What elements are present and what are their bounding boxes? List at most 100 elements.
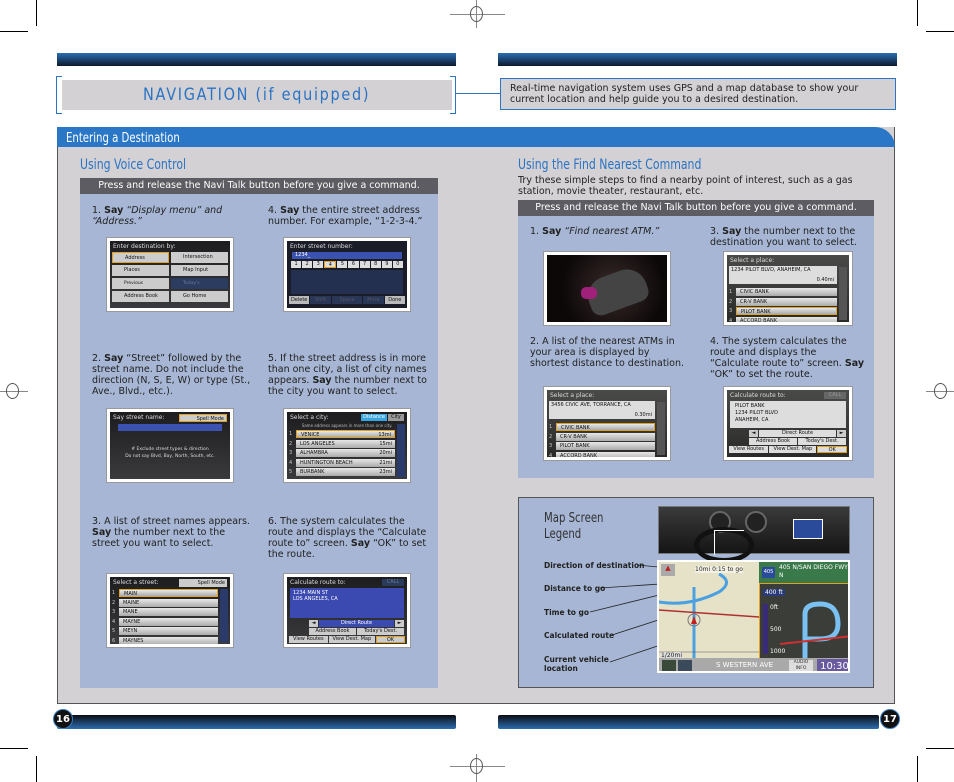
screen-header: Select a place: bbox=[730, 257, 775, 264]
spell-mode-button: Spell Mode bbox=[179, 414, 227, 422]
screenshot-select-place-pilot: Select a place: 1234 PILOT BLVD, ANAHEIM… bbox=[723, 251, 853, 326]
number-key: 5 bbox=[337, 261, 348, 268]
registration-mark bbox=[470, 6, 483, 22]
row-number: 5 bbox=[289, 469, 293, 475]
places-button: Places bbox=[112, 265, 169, 276]
dest-line: LOS ANGELES, CA bbox=[293, 596, 338, 602]
crop-mark bbox=[926, 31, 954, 32]
dest-line: 1234 PILOT BLVD bbox=[735, 410, 778, 416]
top-bar-left bbox=[57, 53, 456, 66]
number-key: 8 bbox=[370, 261, 381, 268]
find-nearest-title: Using the Find Nearest Command bbox=[518, 157, 702, 173]
row-number: 3 bbox=[729, 308, 733, 314]
voice-step-5: 5. If the street address is in more than… bbox=[268, 353, 427, 397]
connector-line bbox=[714, 530, 715, 555]
list-row: CR-V BANK bbox=[736, 297, 837, 306]
nearest-step-3: 3. Say the number next to the destinatio… bbox=[710, 226, 857, 248]
todays-destinations-button: Today's Destinations bbox=[171, 278, 228, 289]
row-name: BURBANK bbox=[300, 469, 325, 475]
row-distance: 23mi bbox=[379, 469, 392, 475]
space-key: Space bbox=[331, 296, 363, 304]
view-dest-map-button: View Dest. Map bbox=[769, 446, 817, 453]
intersection-button: Intersection bbox=[171, 252, 228, 263]
dest-line: PILOT BANK bbox=[735, 403, 765, 409]
list-row: PILOT BANK bbox=[556, 442, 655, 450]
place-address: 1234 PILOT BLVD, ANAHEIM, CA bbox=[731, 267, 811, 273]
photo-dashboard bbox=[658, 506, 850, 563]
crop-mark bbox=[917, 0, 918, 26]
todays-dest-button: Today's Dest. bbox=[357, 628, 404, 635]
row-name: ALHAMBRA bbox=[300, 450, 328, 456]
row-name: VENICE bbox=[301, 432, 320, 438]
screen-header: Enter destination by: bbox=[113, 243, 176, 250]
spell-mode-button: Spell Mode bbox=[179, 579, 227, 587]
address-book-button: Address Book bbox=[112, 291, 169, 302]
screenshot-calculate-route-pilot: Calculate route to: CALL PILOT BANK 1234… bbox=[723, 386, 853, 461]
voice-step-1: 1. Say “Display menu” and “Address.” bbox=[92, 205, 223, 227]
number-keys: 1234567890 bbox=[291, 261, 403, 268]
row-number: 3 bbox=[289, 450, 293, 456]
row-number: 1 bbox=[549, 424, 553, 430]
list-row: MEYN bbox=[119, 627, 218, 635]
audio-info-button: AUDIO INFO bbox=[789, 660, 813, 671]
freeway-shield-icon: 405 bbox=[762, 567, 775, 578]
bottom-bar-right bbox=[498, 715, 879, 729]
row-distance: 15mi bbox=[379, 440, 392, 447]
clock: 10:30 bbox=[817, 659, 848, 671]
number-key: 7 bbox=[359, 261, 370, 268]
row-number: 4 bbox=[549, 452, 553, 458]
direction-indicator-icon: ▲ bbox=[661, 564, 675, 576]
find-nearest-banner: Press and release the Navi Talk button b… bbox=[518, 200, 874, 216]
number-key: 6 bbox=[348, 261, 359, 268]
connector-line bbox=[714, 530, 744, 531]
list-row: CR-V BANK bbox=[556, 432, 655, 441]
list-row: MAIN bbox=[119, 589, 218, 597]
row-number: 2 bbox=[289, 440, 293, 447]
row-number: 1 bbox=[729, 289, 733, 295]
find-nearest-intro: Try these simple steps to find a nearby … bbox=[518, 175, 853, 197]
shift-key: Shift bbox=[310, 296, 331, 304]
voice-step-3: 3. A list of street names appears. Say t… bbox=[92, 516, 250, 549]
row-distance: 20mi bbox=[379, 450, 392, 456]
screen-header: Enter street number: bbox=[290, 243, 353, 250]
row-number: 6 bbox=[112, 637, 116, 644]
row-number: 3 bbox=[112, 609, 116, 615]
address-book-button: Address Book bbox=[309, 628, 356, 635]
map-input-button: Map Input bbox=[171, 265, 228, 276]
row-name: LOS ANGELES bbox=[300, 440, 335, 447]
freeway-sign: 405 405 N/SAN DIEGO FWY N bbox=[759, 562, 848, 583]
screenshot-say-street-name: Say street name: Spell Mode # Exclude st… bbox=[106, 408, 234, 483]
registration-mark bbox=[470, 758, 483, 774]
nearest-step-4: 4. The system calculates the route and d… bbox=[710, 336, 865, 380]
section-header: Entering a Destination bbox=[57, 127, 895, 147]
sort-city-tab: City bbox=[388, 414, 404, 421]
list-row: ACCORD BANK bbox=[556, 451, 655, 457]
list-row: MANE bbox=[119, 608, 218, 616]
navi-talk-button bbox=[581, 287, 597, 299]
row-number: 2 bbox=[549, 433, 553, 440]
voice-step-4: 4. Say the entire street address number.… bbox=[268, 205, 423, 227]
hint-line: Do not say Blvd, Bay, North, South, etc. bbox=[125, 454, 215, 459]
delete-key: Delete bbox=[289, 296, 310, 304]
view-dest-map-button: View Dest. Map bbox=[328, 636, 375, 643]
place-address: 3456 CIVIC AVE, TORRANCE, CA bbox=[551, 402, 631, 408]
more-key: More bbox=[363, 296, 384, 304]
row-distance: 21mi bbox=[379, 459, 392, 466]
row-distance: 13mi bbox=[378, 432, 391, 438]
number-field: 1234_ bbox=[292, 252, 402, 259]
bottom-bar-left bbox=[57, 715, 456, 729]
number-key: 0 bbox=[392, 261, 403, 268]
turn-view: 400 ft 0ft 500 1000 bbox=[759, 583, 848, 661]
number-key: 2 bbox=[302, 261, 313, 268]
voice-control-title: Using Voice Control bbox=[80, 157, 187, 173]
nearest-step-2: 2. A list of the nearest ATMs in your ar… bbox=[530, 336, 685, 369]
registration-mark bbox=[6, 383, 19, 399]
row-number: 4 bbox=[112, 618, 116, 625]
row-number: 4 bbox=[729, 317, 733, 323]
map-legend-title: Map Screen Legend bbox=[544, 511, 603, 543]
crop-mark bbox=[0, 748, 28, 749]
call-button: CALL bbox=[382, 579, 404, 586]
registration-mark bbox=[934, 383, 947, 399]
row-number: 4 bbox=[289, 459, 293, 466]
connector-line bbox=[456, 93, 500, 94]
